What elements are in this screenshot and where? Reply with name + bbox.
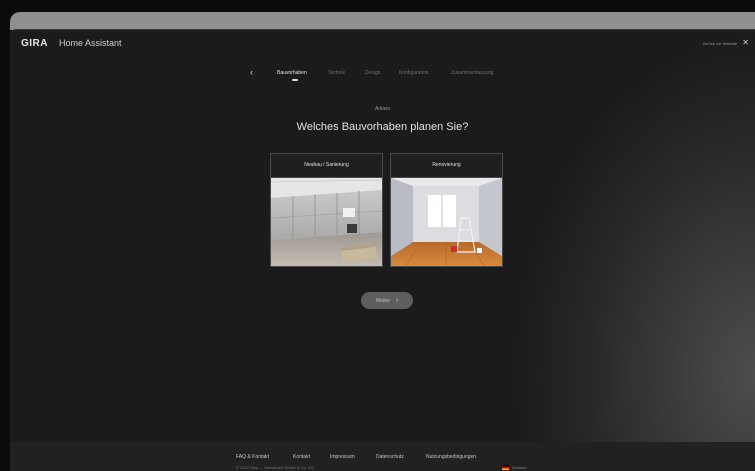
unfinished-room-image <box>271 178 382 266</box>
step-konfiguration[interactable]: Konfiguration <box>399 70 428 76</box>
chevron-right-icon: › <box>396 297 399 304</box>
german-flag-icon <box>502 465 509 470</box>
next-button[interactable]: Weiter › <box>361 292 413 309</box>
empty-room-image <box>391 178 502 266</box>
app-frame: GIRA Home Assistant Zurück zur Website ✕… <box>10 29 755 471</box>
language-selector[interactable]: Deutsch <box>502 465 527 470</box>
option-card-label: Renovierung <box>391 154 502 178</box>
app-header: GIRA Home Assistant Zurück zur Website ✕ <box>10 30 755 56</box>
option-card-label: Neubau / Sanierung <box>271 154 382 178</box>
step-bauvorhaben[interactable]: Bauvorhaben <box>277 70 307 76</box>
copyright-text: © 2022 Gira — Giersiepen GmbH & Co. KG <box>236 465 314 470</box>
step-technik[interactable]: Technik <box>328 70 345 76</box>
footer-link-kontakt[interactable]: Kontakt <box>293 454 310 460</box>
footer-link-impressum[interactable]: Impressum <box>330 454 355 460</box>
language-label: Deutsch <box>512 465 527 470</box>
active-step-indicator <box>292 79 298 81</box>
window-top-strip <box>10 12 755 30</box>
page-question: Welches Bauvorhaben planen Sie? <box>296 121 469 133</box>
option-card-renovierung[interactable]: Renovierung <box>390 153 503 267</box>
section-eyebrow: Anlass <box>374 106 390 112</box>
app-title: Home Assistant <box>59 38 122 48</box>
step-zusammenfassung[interactable]: Zusammenfassung <box>451 70 494 76</box>
option-card-neubau[interactable]: Neubau / Sanierung <box>270 153 383 267</box>
footer-link-nutzungsbedingungen[interactable]: Nutzungsbedingungen <box>426 454 476 460</box>
next-button-label: Weiter <box>375 297 390 304</box>
step-design[interactable]: Design <box>365 70 381 76</box>
step-navigation: ‹ Bauvorhaben Technik Design Konfigurati… <box>10 67 755 83</box>
footer-link-faq[interactable]: FAQ & Kontakt <box>236 454 269 460</box>
gira-logo[interactable]: GIRA <box>21 38 48 49</box>
back-to-website-link[interactable]: Zurück zur Website <box>703 41 737 46</box>
close-icon[interactable]: ✕ <box>742 38 749 47</box>
footer-link-datenschutz[interactable]: Datenschutz <box>376 454 404 460</box>
chevron-left-icon[interactable]: ‹ <box>250 67 253 77</box>
